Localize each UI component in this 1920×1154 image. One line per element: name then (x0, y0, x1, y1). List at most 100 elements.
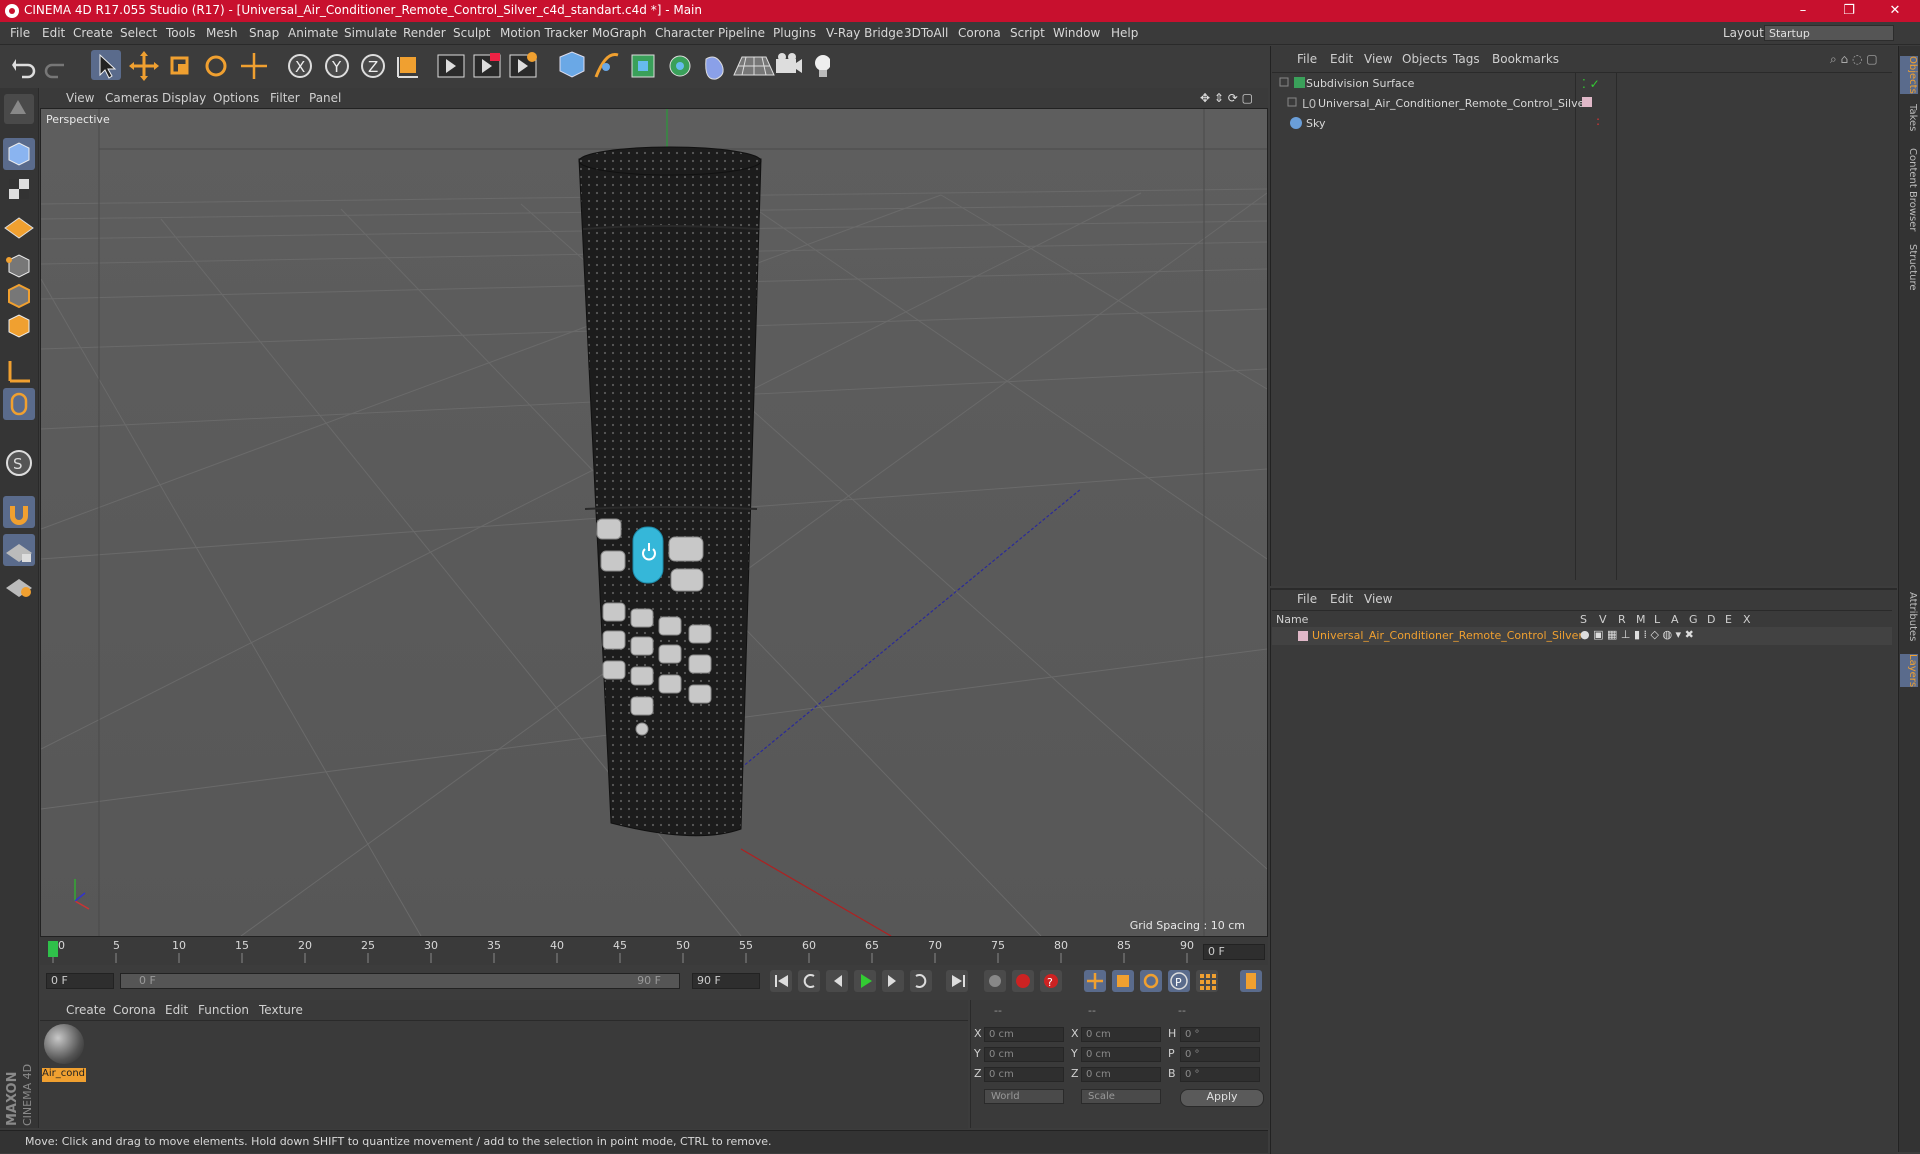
menu-mesh[interactable]: Mesh (206, 26, 238, 40)
layer-name[interactable]: Universal_Air_Conditioner_Remote_Control… (1312, 629, 1583, 642)
size-z-field[interactable]: 0 cm (1081, 1067, 1161, 1082)
viewport-menu-panel[interactable]: Panel (309, 91, 341, 105)
rotate-tool-icon[interactable] (205, 55, 227, 77)
menu-script[interactable]: Script (1010, 26, 1045, 40)
autokey-icon[interactable] (1012, 970, 1034, 992)
menu-sculpt[interactable]: Sculpt (453, 26, 490, 40)
previous-frame-icon[interactable] (826, 970, 848, 992)
workplane-icon[interactable] (4, 217, 34, 239)
play-icon[interactable] (854, 970, 876, 992)
menu-corona[interactable]: Corona (958, 26, 1001, 40)
layer-color-swatch[interactable] (1298, 631, 1308, 641)
menu-3dtoall[interactable]: 3DToAll (904, 26, 948, 40)
apply-button[interactable]: Apply (1180, 1089, 1264, 1107)
key-position-icon[interactable] (1084, 970, 1106, 992)
button-top-left[interactable] (596, 518, 622, 540)
key-rotation-icon[interactable] (1140, 970, 1162, 992)
objects-menu-bookmarks[interactable]: Bookmarks (1492, 52, 1559, 66)
object-row-sky[interactable]: Sky : (1272, 114, 1892, 132)
x-axis-lock-icon[interactable]: X (288, 54, 312, 78)
size-x-field[interactable]: 0 cm (1081, 1027, 1161, 1042)
object-name[interactable]: Sky (1306, 117, 1325, 130)
model-mode-icon[interactable] (8, 142, 30, 166)
start-frame-field[interactable]: 0 F (46, 973, 114, 989)
visibility-dots-icon[interactable]: ⁚ ✓ (1582, 77, 1600, 91)
end-frame-field[interactable]: 90 F (692, 973, 760, 989)
edges-mode-icon[interactable] (8, 283, 30, 309)
go-to-end-icon[interactable] (946, 970, 968, 992)
viewport-menu-view[interactable]: View (66, 91, 94, 105)
size-y-field[interactable]: 0 cm (1081, 1047, 1161, 1062)
camera-icon[interactable] (776, 53, 802, 73)
polygons-mode-icon[interactable] (8, 314, 30, 338)
button-top-right[interactable] (668, 536, 704, 562)
menu-select[interactable]: Select (120, 26, 157, 40)
perspective-viewport[interactable]: Perspective Grid Spacing : 10 cm (40, 108, 1268, 937)
frame-range-slider[interactable]: 0 F 90 F (120, 973, 680, 989)
viewport-menu-options[interactable]: Options (213, 91, 259, 105)
menu-tools[interactable]: Tools (166, 26, 196, 40)
menu-window[interactable]: Window (1053, 26, 1100, 40)
power-button[interactable] (632, 526, 664, 584)
tab-attributes[interactable]: Attributes (1900, 592, 1918, 641)
object-row-subdivision-surface[interactable]: Subdivision Surface ⁚ ✓ (1272, 74, 1892, 92)
rotation-h-field[interactable]: 0 ° (1180, 1027, 1260, 1042)
live-selection-icon[interactable] (241, 53, 267, 79)
make-editable-icon[interactable] (4, 94, 34, 124)
edit-render-settings-icon[interactable] (509, 52, 537, 78)
visibility-dots-icon[interactable]: : (1596, 114, 1600, 128)
tab-content-browser[interactable]: Content Browser (1900, 148, 1918, 231)
object-manager-nav-icons[interactable]: ⌕ ⌂ ◌ ▢ (1830, 52, 1878, 67)
record-active-objects-icon[interactable] (984, 970, 1006, 992)
viewport-navigation-icons[interactable]: ✥ ⇕ ⟳ ▢ (1200, 91, 1253, 105)
material-menu-create[interactable]: Create (66, 1003, 106, 1017)
minimize-button[interactable]: – (1780, 0, 1826, 22)
menu-snap[interactable]: Snap (249, 26, 279, 40)
next-key-icon[interactable] (910, 970, 932, 992)
key-scale-icon[interactable] (1112, 970, 1134, 992)
menu-create[interactable]: Create (73, 26, 113, 40)
viewport-menu-display[interactable]: Display (162, 91, 206, 105)
menu-vray-bridge[interactable]: V-Ray Bridge (826, 26, 903, 40)
key-point-level-icon[interactable] (1196, 970, 1218, 992)
layers-menu-edit[interactable]: Edit (1330, 592, 1353, 606)
move-tool-icon[interactable] (129, 51, 159, 81)
menu-animate[interactable]: Animate (288, 26, 338, 40)
z-axis-lock-icon[interactable]: Z (361, 54, 385, 78)
next-frame-icon[interactable] (882, 970, 904, 992)
objects-menu-tags[interactable]: Tags (1453, 52, 1480, 66)
layer-flag-icons[interactable]: ● ▣ ▦ ⊥ ▮ ⁞ ◇ ◍ ▾ ✖ (1580, 628, 1694, 641)
tab-structure[interactable]: Structure (1900, 244, 1918, 291)
cloner-icon[interactable] (669, 55, 691, 77)
menu-mograph[interactable]: MoGraph (592, 26, 647, 40)
rotation-b-field[interactable]: 0 ° (1180, 1067, 1260, 1082)
locked-workplane-icon[interactable] (6, 579, 32, 597)
objects-menu-file[interactable]: File (1297, 52, 1317, 66)
timeline-playhead[interactable] (48, 941, 58, 957)
menu-character[interactable]: Character (655, 26, 714, 40)
menu-file[interactable]: File (10, 26, 30, 40)
subdivision-surface-icon[interactable] (631, 54, 655, 78)
keyframe-selection-icon[interactable]: ? (1040, 970, 1062, 992)
timeline-window-icon[interactable] (1240, 970, 1262, 992)
cube-primitive-icon[interactable] (559, 51, 585, 78)
render-to-picture-viewer-icon[interactable] (473, 53, 501, 78)
timeline-ruler[interactable]: 0 5 10 15 20 25 30 35 40 45 50 55 60 65 … (40, 937, 1268, 965)
tab-takes[interactable]: Takes (1900, 104, 1918, 131)
object-name[interactable]: Subdivision Surface (1306, 77, 1414, 90)
tab-objects[interactable]: Objects (1900, 56, 1918, 94)
redo-icon[interactable] (44, 63, 64, 79)
layers-menu-file[interactable]: File (1297, 592, 1317, 606)
menu-pipeline[interactable]: Pipeline (718, 26, 765, 40)
floor-grid-icon[interactable] (733, 56, 775, 76)
light-bulb-icon[interactable] (815, 55, 830, 77)
menu-edit[interactable]: Edit (42, 26, 65, 40)
render-view-icon[interactable] (437, 54, 465, 78)
object-row-remote-control[interactable]: L0 Universal_Air_Conditioner_Remote_Cont… (1272, 94, 1892, 112)
solo-mode-icon[interactable]: S (6, 450, 32, 476)
remote-control-model[interactable] (578, 146, 762, 837)
menu-motion-tracker[interactable]: Motion Tracker (500, 26, 588, 40)
material-menu-corona[interactable]: Corona (113, 1003, 156, 1017)
menu-plugins[interactable]: Plugins (773, 26, 816, 40)
points-mode-icon[interactable] (6, 254, 30, 278)
